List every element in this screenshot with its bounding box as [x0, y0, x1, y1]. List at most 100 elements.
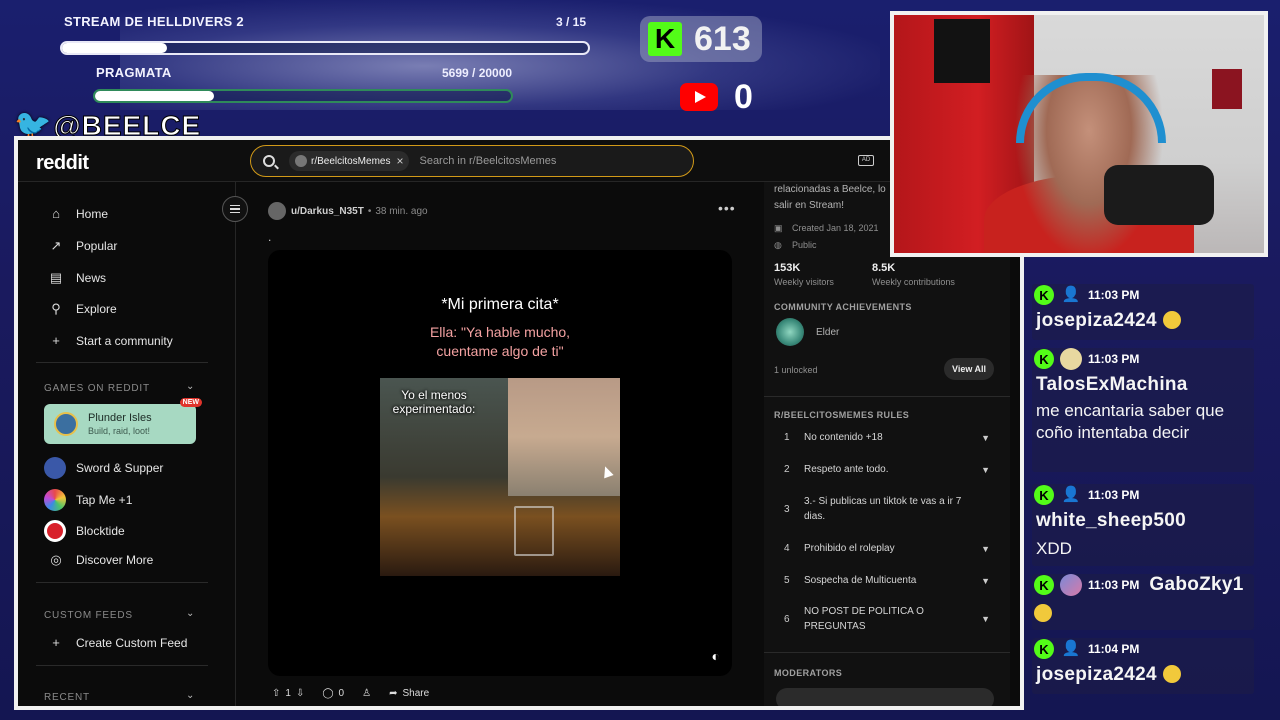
- sidebar-item-label: Start a community: [76, 333, 173, 348]
- award-button[interactable]: ♙: [362, 688, 371, 699]
- sword-supper-icon: [44, 457, 66, 479]
- chat-message: K 11:03 PM GaboZky1: [1032, 574, 1254, 630]
- close-icon[interactable]: ×: [396, 154, 403, 168]
- meme-caption: Yo el menos experimentado:: [392, 388, 476, 416]
- sidebar-item-label: Sword & Supper: [76, 461, 164, 475]
- view-all-button[interactable]: View All: [944, 358, 995, 380]
- post-video[interactable]: *Mi primera cita* Ella: "Ya hable mucho,…: [268, 250, 732, 676]
- kick-badge-icon: K: [1034, 285, 1054, 305]
- sidebar-item-label: Home: [76, 206, 109, 221]
- rule-item[interactable]: 4 Prohibido el roleplay ▼: [784, 541, 990, 556]
- chat-message: K 👤 11:03 PM white_sheep500 XDD: [1032, 484, 1254, 566]
- divider: [36, 582, 208, 583]
- youtube-count: 0: [734, 77, 753, 116]
- youtube-logo-icon: [680, 83, 718, 111]
- rule-item[interactable]: 5 Sospecha de Multicuenta ▼: [784, 573, 990, 588]
- advertise-icon[interactable]: AD: [858, 155, 874, 166]
- rule-text: No contenido +18: [804, 432, 883, 443]
- chat-text: XDD: [1036, 539, 1072, 558]
- sidebar-item-home[interactable]: ⌂ Home: [48, 206, 108, 221]
- share-button[interactable]: ➦ Share: [389, 688, 429, 699]
- chat-username: GaboZky1: [1149, 574, 1244, 595]
- chat-overlay: K 👤 11:03 PM josepiza2424 K 11:03 PM Tal…: [1026, 262, 1272, 720]
- award-icon: ♙: [362, 688, 372, 699]
- rule-number: 3: [784, 503, 790, 515]
- comments-button[interactable]: ◯ 0: [322, 688, 344, 699]
- rule-text: Respeto ante todo.: [804, 464, 889, 475]
- plus-icon: +: [52, 635, 60, 650]
- vote-count: 1: [285, 688, 291, 699]
- divider: [764, 652, 1010, 653]
- kick-badge-icon: K: [1034, 639, 1054, 659]
- rule-item[interactable]: 2 Respeto ante todo. ▼: [784, 462, 990, 477]
- search-bar[interactable]: r/BeelcitosMemes × Search in r/Beelcitos…: [250, 145, 694, 177]
- downvote-icon[interactable]: ⇩: [296, 688, 304, 699]
- chevron-down-icon[interactable]: ⌄: [186, 690, 194, 701]
- explore-icon: ⚲: [51, 301, 61, 316]
- meme-image: Yo el menos experimentado:: [380, 378, 620, 576]
- sidebar-item-start-community[interactable]: + Start a community: [48, 333, 173, 348]
- menu-toggle-button[interactable]: [222, 196, 248, 222]
- sidebar-item-popular[interactable]: ↗ Popular: [48, 238, 118, 254]
- microphone: [1104, 165, 1214, 225]
- visibility: Public: [792, 240, 817, 250]
- moderators-heading: MODERATORS: [774, 668, 843, 678]
- game-name: Plunder Isles: [88, 412, 152, 424]
- rule-item[interactable]: 1 No contenido +18 ▼: [784, 430, 990, 445]
- sidebar-item-create-custom-feed[interactable]: + Create Custom Feed: [48, 635, 187, 650]
- comment-icon: ◯: [322, 688, 334, 699]
- rule-item[interactable]: 3 3.- Si publicas un tiktok te vas a ir …: [784, 494, 990, 524]
- goal-progress-fill: [95, 91, 214, 101]
- post-separator: •: [367, 205, 372, 217]
- plunder-isles-icon: [54, 412, 78, 436]
- goal-count: 5699 / 20000: [442, 66, 513, 80]
- user-avatar-icon: 👤: [1061, 486, 1081, 503]
- rule-item[interactable]: 6 NO POST DE POLITICA O PREGUNTAS ▼: [784, 604, 990, 634]
- post-author[interactable]: u/Darkus_N35T: [291, 206, 364, 217]
- author-avatar[interactable]: [268, 202, 286, 220]
- chat-time: 11:03 PM: [1088, 488, 1140, 502]
- sidebar-item-sword-supper[interactable]: Sword & Supper: [44, 457, 163, 479]
- chevron-down-icon[interactable]: ⌄: [186, 608, 194, 619]
- message-mods-button[interactable]: [776, 688, 994, 706]
- volume-icon[interactable]: ◐: [712, 648, 720, 664]
- post-actions: ⇧ 1 ⇩ ◯ 0 ♙ ➦ Share: [272, 688, 429, 699]
- rule-number: 6: [784, 613, 790, 625]
- plus-icon: +: [52, 333, 60, 348]
- sidebar-item-label: Tap Me +1: [76, 493, 133, 507]
- rule-number: 4: [784, 543, 790, 554]
- kick-badge-icon: K: [1034, 575, 1054, 595]
- goal-progress-fill: [62, 43, 168, 53]
- search-input[interactable]: Search in r/BeelcitosMemes: [419, 155, 556, 167]
- upvote-icon[interactable]: ⇧: [272, 688, 280, 699]
- recent-section-label[interactable]: RECENT: [44, 692, 90, 703]
- sidebar-item-blocktide[interactable]: Blocktide: [44, 520, 125, 542]
- featured-game-card[interactable]: Plunder Isles Build, raid, loot! NEW: [44, 398, 202, 444]
- sidebar-item-explore[interactable]: ⚲ Explore: [48, 301, 117, 317]
- reddit-logo[interactable]: reddit: [36, 152, 89, 175]
- kick-follower-counter: K 613: [640, 16, 762, 62]
- rule-text: Prohibido el roleplay: [804, 543, 895, 554]
- goal-title: STREAM DE HELLDIVERS 2: [64, 14, 244, 29]
- game-subtitle: Build, raid, loot!: [88, 426, 151, 436]
- kick-badge-icon: K: [1034, 485, 1054, 505]
- sidebar-item-discover-more[interactable]: ◎ Discover More: [48, 552, 153, 568]
- sidebar-item-label: Explore: [76, 302, 117, 316]
- sidebar-item-news[interactable]: ▤ News: [48, 270, 106, 286]
- rule-number: 2: [784, 464, 790, 475]
- chat-username: white_sheep500: [1036, 510, 1186, 531]
- subreddit-avatar: [295, 155, 307, 167]
- sidebar-item-tap-me[interactable]: Tap Me +1: [44, 489, 132, 511]
- rule-number: 5: [784, 575, 790, 586]
- goal-count: 3 / 15: [556, 15, 587, 29]
- more-options-icon[interactable]: •••: [718, 200, 736, 216]
- chevron-down-icon[interactable]: ⌄: [186, 381, 194, 392]
- kick-logo-icon: K: [648, 22, 682, 56]
- user-avatar: [1060, 574, 1082, 596]
- post-time: 38 min. ago: [375, 205, 428, 217]
- share-label: Share: [402, 688, 430, 699]
- subreddit-search-chip[interactable]: r/BeelcitosMemes ×: [289, 151, 410, 171]
- custom-feeds-section-label[interactable]: CUSTOM FEEDS: [44, 610, 133, 621]
- reddit-browser-window: reddit r/BeelcitosMemes × Search in r/Be…: [14, 136, 1024, 710]
- games-section-label[interactable]: GAMES ON REDDIT: [44, 383, 150, 394]
